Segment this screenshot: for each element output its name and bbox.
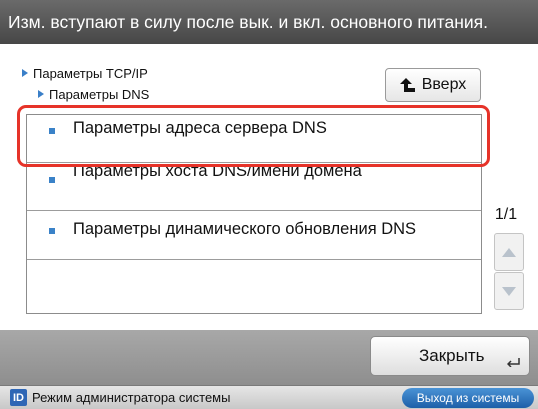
bullet-icon — [49, 228, 55, 234]
list-item-dns-host-domain[interactable]: Параметры хоста DNS/имени домена — [27, 163, 481, 211]
list-item-label: Параметры динамического обновления DNS — [73, 220, 417, 238]
breadcrumb-level1: Параметры TCP/IP — [22, 66, 148, 81]
up-button[interactable]: Вверх — [385, 68, 481, 102]
triangle-down-icon — [502, 286, 516, 296]
info-banner: Изм. вступают в силу после вык. и вкл. о… — [0, 0, 538, 44]
id-icon: ID — [10, 389, 27, 406]
scroll-down-button[interactable] — [494, 272, 524, 310]
triangle-up-icon — [502, 247, 516, 257]
enter-return-icon — [507, 358, 520, 367]
up-button-label: Вверх — [421, 76, 467, 93]
breadcrumb-arrow-icon — [38, 90, 44, 98]
logout-button[interactable]: Выход из системы — [402, 388, 534, 408]
close-button[interactable]: Закрыть — [370, 336, 530, 376]
status-bar: ID Режим администратора системы Выход из… — [0, 385, 538, 409]
breadcrumb-level2: Параметры DNS — [38, 87, 149, 102]
scroll-up-button[interactable] — [494, 233, 524, 271]
breadcrumb-arrow-icon — [22, 69, 28, 77]
list-item-empty — [27, 260, 481, 313]
close-button-label: Закрыть — [419, 346, 485, 365]
selection-highlight — [17, 105, 490, 167]
breadcrumb-level1-label: Параметры TCP/IP — [33, 66, 148, 81]
arrow-up-icon — [399, 78, 415, 92]
admin-mode-text: Режим администратора системы — [32, 390, 231, 405]
breadcrumb-level2-label: Параметры DNS — [49, 87, 150, 102]
list-item-dns-dynamic-update[interactable]: Параметры динамического обновления DNS — [27, 211, 481, 260]
bullet-icon — [49, 177, 55, 183]
page-indicator: 1/1 — [494, 206, 518, 223]
